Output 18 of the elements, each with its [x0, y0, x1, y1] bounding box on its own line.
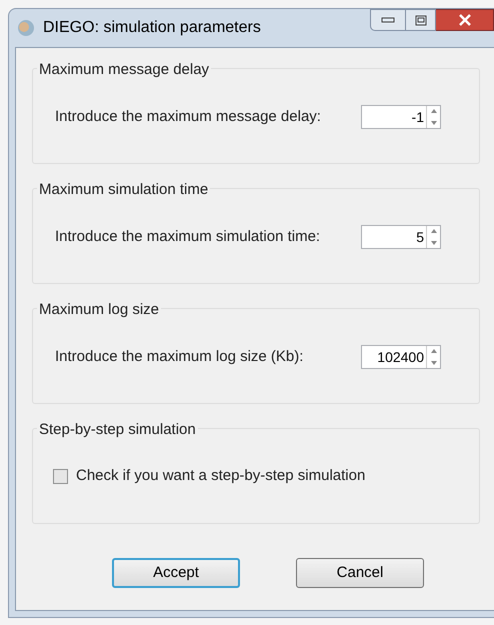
minimize-icon	[381, 17, 395, 23]
dialog-button[interactable]: Accept	[112, 558, 240, 588]
minimize-button[interactable]	[370, 9, 406, 31]
field-label: Introduce the maximum log size (Kb):	[55, 346, 304, 367]
number-spinner[interactable]: 102400	[361, 345, 441, 369]
app-icon	[17, 19, 35, 37]
field-label: Introduce the maximum simulation time:	[55, 226, 320, 247]
number-spinner[interactable]: -1	[361, 105, 441, 129]
maximize-icon	[414, 14, 426, 26]
number-spinner[interactable]: 5	[361, 225, 441, 249]
checkbox-label: Check if you want a step-by-step simulation	[76, 466, 366, 486]
close-button[interactable]	[436, 9, 494, 31]
field-label: Introduce the maximum message delay:	[55, 106, 321, 127]
checkbox[interactable]	[53, 468, 68, 484]
dialog-button[interactable]: Cancel	[296, 558, 424, 588]
maximize-button[interactable]	[406, 9, 436, 31]
window-title: DIEGO: simulation parameters	[43, 18, 261, 38]
close-icon	[458, 14, 472, 26]
